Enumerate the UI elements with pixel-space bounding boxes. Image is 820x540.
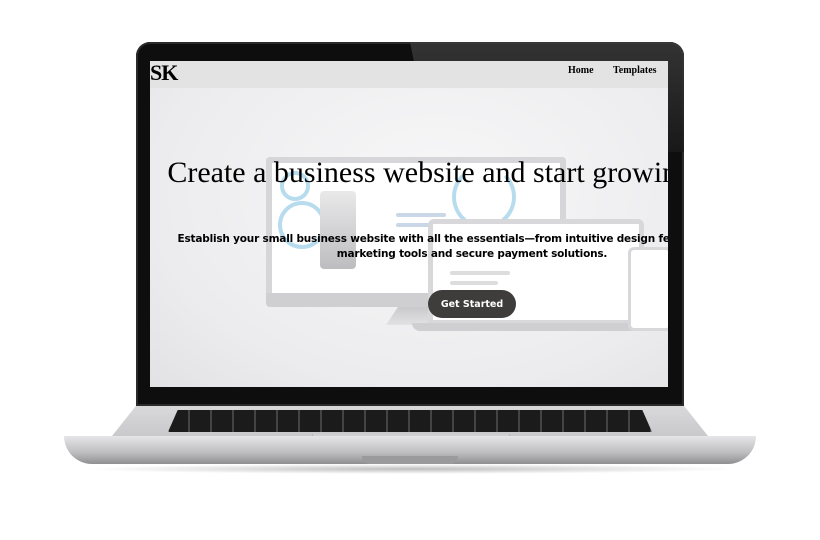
laptop-base-notch <box>362 456 458 464</box>
background-laptop-base <box>412 323 660 331</box>
nav-link-home[interactable]: Home <box>568 65 594 76</box>
site-navbar: SK Home Templates <box>150 61 668 88</box>
get-started-button[interactable]: Get Started <box>428 290 516 318</box>
nav-link-templates[interactable]: Templates <box>613 65 657 76</box>
background-text-line <box>396 213 446 217</box>
site-logo[interactable]: SK <box>150 61 178 86</box>
laptop-keyboard <box>168 410 652 432</box>
laptop-screen: SK Home Templates Create a business webs… <box>150 61 668 387</box>
background-text-line <box>396 223 432 227</box>
background-text-line <box>450 281 498 285</box>
laptop-shadow <box>80 464 740 474</box>
hero-subtitle: Establish your small business website wi… <box>177 233 668 260</box>
background-text-line <box>450 271 510 275</box>
hero-title: Create a business website and start grow… <box>167 156 668 189</box>
